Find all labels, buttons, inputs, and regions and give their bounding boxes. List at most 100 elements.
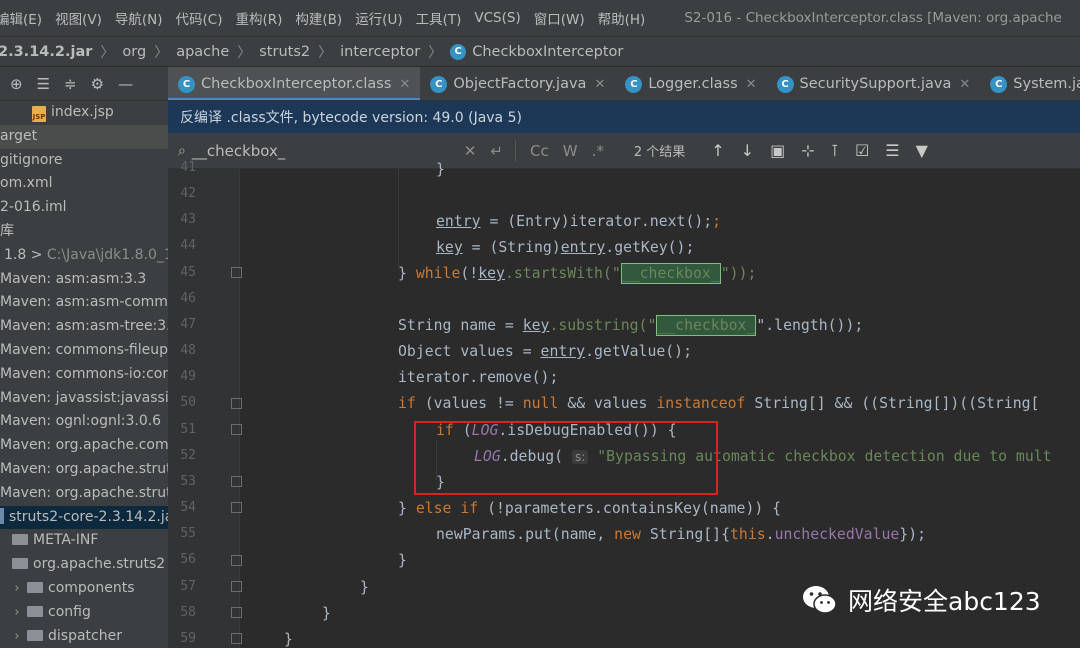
tree-item[interactable]: Maven: org.apache.comm [0, 434, 168, 458]
match-case-button[interactable]: Cc [530, 142, 549, 160]
chevron-right-icon: 〉 [100, 44, 115, 61]
filter-icon[interactable]: ▼ [916, 141, 928, 160]
code-token: = (Entry)iterator.next(); [480, 213, 713, 230]
arrow-down-icon[interactable]: ↓ [741, 141, 754, 160]
project-panel: ⊕ ☰ ≑ ⚙ — JSP index.jsp arget gitignore o… [0, 67, 168, 648]
close-icon[interactable]: ✕ [746, 77, 757, 92]
line-number: 52 [180, 448, 196, 463]
code-token: .substring(" [549, 317, 657, 334]
expand-all-icon[interactable]: ≑ [64, 75, 77, 93]
fold-marker-icon[interactable] [231, 267, 242, 278]
menu-refactor[interactable]: 重构(R) [235, 8, 282, 28]
menu-edit[interactable]: 编辑(E) [0, 8, 42, 28]
fold-marker-icon[interactable] [231, 424, 242, 435]
breadcrumb-org[interactable]: org [122, 44, 146, 60]
breadcrumb-struts2[interactable]: struts2 [259, 44, 310, 60]
close-icon[interactable]: ✕ [959, 77, 970, 92]
search-icon[interactable]: ⌕ [178, 143, 186, 159]
class-icon: C [178, 75, 195, 93]
fold-marker-icon[interactable] [231, 581, 242, 592]
chevron-right-icon[interactable]: › [10, 577, 24, 601]
new-line-icon[interactable]: ↵ [490, 142, 503, 160]
tree-item[interactable]: Maven: asm:asm-commons [0, 291, 168, 315]
menu-build[interactable]: 构建(B) [295, 8, 342, 28]
tree-item[interactable]: Maven: asm:asm-tree:3.3 [0, 315, 168, 339]
menu-tools[interactable]: 工具(T) [416, 8, 462, 28]
collapse-all-icon[interactable]: ☰ [37, 75, 50, 93]
fold-marker-icon[interactable] [231, 476, 242, 487]
tree-item[interactable]: Maven: asm:asm:3.3 [0, 268, 168, 292]
chevron-right-icon[interactable]: › [10, 601, 24, 625]
code-keyword: null [522, 395, 559, 412]
menu-navigate[interactable]: 导航(N) [115, 8, 163, 28]
close-icon[interactable]: ✕ [399, 77, 410, 92]
tree-item[interactable]: JSP index.jsp [0, 101, 168, 125]
tree-item[interactable]: om.xml [0, 172, 168, 196]
tab-system[interactable]: CSystem.java✕ [980, 67, 1080, 100]
breadcrumb-interceptor[interactable]: interceptor [340, 44, 420, 60]
tab-object-factory[interactable]: C ObjectFactory.java ✕ [420, 67, 615, 100]
menu-help[interactable]: 帮助(H) [598, 8, 646, 28]
tree-item-label: Maven: asm:asm-tree:3.3 [0, 318, 168, 335]
tree-item[interactable]: org.apache.struts2 [0, 553, 168, 577]
fold-marker-icon[interactable] [231, 607, 242, 618]
fold-marker-icon[interactable] [231, 398, 242, 409]
tree-item[interactable]: › config [0, 601, 168, 625]
tab-checkbox-interceptor[interactable]: C CheckboxInterceptor.class ✕ [168, 67, 421, 100]
line-number: 45 [180, 265, 196, 280]
minimize-icon[interactable]: — [118, 75, 133, 93]
tree-item[interactable]: 库 [0, 220, 168, 244]
tree-item-path: C:\Java\jdk1.8.0_1 [46, 246, 168, 263]
select-all-occurrences-icon[interactable]: ☑ [855, 141, 869, 160]
regex-button[interactable]: .* [592, 142, 604, 160]
menu-code[interactable]: 代码(C) [176, 8, 223, 28]
tree-item[interactable]: Maven: org.apache.struts. [0, 458, 168, 482]
breadcrumb-apache[interactable]: apache [176, 44, 229, 60]
gear-icon[interactable]: ⚙ [91, 75, 104, 93]
tree-item[interactable]: Maven: org.apache.struts: [0, 482, 168, 506]
fold-marker-icon[interactable] [231, 633, 242, 644]
menu-vcs[interactable]: VCS(S) [474, 10, 520, 26]
tree-item[interactable]: Maven: ognl:ognl:3.0.6 [0, 410, 168, 434]
class-icon: C [450, 43, 467, 60]
menu-window[interactable]: 窗口(W) [534, 8, 585, 28]
tree-item-label: arget [0, 127, 38, 144]
watermark-text: 网络安全abc123 [848, 587, 1041, 616]
target-icon[interactable]: ⊕ [10, 75, 23, 93]
tree-item[interactable]: META-INF [0, 529, 168, 553]
tree-item-label: META-INF [33, 532, 99, 549]
breadcrumb-class[interactable]: CheckboxInterceptor [472, 44, 623, 60]
remove-selection-icon[interactable]: ⊺ [831, 141, 839, 160]
tab-logger[interactable]: C Logger.class ✕ [615, 67, 766, 100]
fold-marker-icon[interactable] [231, 502, 242, 513]
tree-item[interactable]: arget [0, 124, 168, 149]
menu-view[interactable]: 视图(V) [55, 8, 102, 28]
tree-item[interactable]: 2-016.iml [0, 196, 168, 220]
clear-icon[interactable]: ✕ [464, 142, 477, 160]
open-in-window-icon[interactable]: ▣ [770, 141, 785, 160]
multiline-icon[interactable]: ☰ [885, 141, 899, 160]
search-input[interactable]: __checkbox_ [192, 142, 450, 160]
tree-item[interactable]: 1.8 > C:\Java\jdk1.8.0_1 [0, 244, 168, 268]
fold-marker-icon[interactable] [231, 555, 242, 566]
menu-run[interactable]: 运行(U) [355, 8, 402, 28]
code-token: String name = [398, 317, 523, 334]
code-token: key [436, 239, 463, 256]
code-field: uncheckedValue [774, 526, 900, 543]
tree-item[interactable]: › components [0, 577, 168, 601]
tree-item[interactable]: Maven: commons-io:com [0, 363, 168, 387]
tree-item[interactable]: Maven: commons-fileuplo [0, 339, 168, 363]
tree-item-label: org.apache.struts2 [33, 556, 166, 573]
tree-item[interactable]: struts2-core-2.3.14.2.ja [0, 505, 168, 530]
whole-words-button[interactable]: W [563, 142, 578, 160]
tree-item[interactable]: › dispatcher [0, 625, 168, 648]
tab-security-support[interactable]: C SecuritySupport.java ✕ [767, 67, 981, 100]
line-number: 44 [180, 238, 196, 253]
arrow-up-icon[interactable]: ↑ [711, 141, 724, 160]
tree-item[interactable]: Maven: javassist:javassist:3 [0, 387, 168, 411]
breadcrumb-jar[interactable]: 2.3.14.2.jar [0, 44, 92, 60]
tree-item[interactable]: gitignore [0, 149, 168, 173]
close-icon[interactable]: ✕ [594, 77, 605, 92]
add-selection-icon[interactable]: ⊹ [801, 141, 814, 160]
chevron-right-icon[interactable]: › [10, 625, 24, 648]
